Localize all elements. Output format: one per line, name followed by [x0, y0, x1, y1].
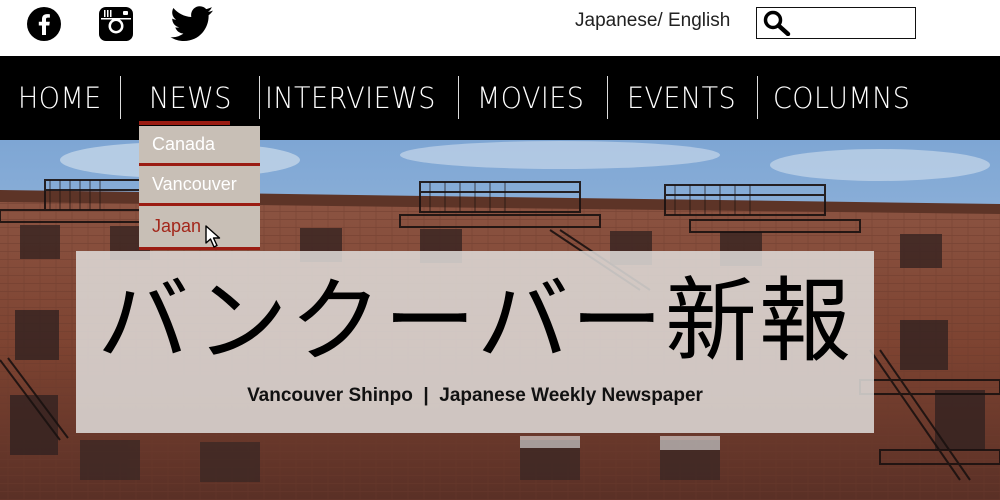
facebook-icon[interactable]	[26, 4, 62, 44]
nav-label: HOME	[18, 81, 102, 115]
nav-active-indicator	[139, 121, 230, 125]
dropdown-item-vancouver[interactable]: Vancouver	[139, 166, 260, 206]
site-subtitle: Vancouver Shinpo | Japanese Weekly Newsp…	[247, 385, 703, 406]
search-icon[interactable]	[763, 10, 791, 40]
nav-item-events[interactable]: EVENTS	[627, 56, 744, 140]
nav-label: EVENTS	[627, 81, 737, 115]
mouse-cursor-icon	[205, 225, 225, 253]
nav-item-movies[interactable]: MOVIES	[477, 56, 592, 140]
dropdown-item-japan[interactable]: Japan	[139, 206, 260, 250]
nav-separator	[259, 76, 260, 119]
nav-label: MOVIES	[477, 81, 585, 115]
nav-item-interviews[interactable]: INTERVIEWS	[265, 56, 449, 140]
instagram-icon[interactable]	[98, 4, 134, 44]
nav-separator	[458, 76, 459, 119]
nav-separator	[607, 76, 608, 119]
nav-separator	[757, 76, 758, 119]
nav-label: INTERVIEWS	[265, 81, 436, 115]
twitter-icon[interactable]	[170, 4, 214, 44]
masthead-panel: バンクーバー新報 Vancouver Shinpo | Japanese Wee…	[76, 251, 874, 433]
nav-label: NEWS	[149, 81, 232, 115]
nav-item-home[interactable]: HOME	[18, 56, 108, 140]
dropdown-item-canada[interactable]: Canada	[139, 126, 260, 166]
nav-label: COLUMNS	[773, 81, 911, 115]
news-dropdown: Canada Vancouver Japan	[139, 126, 260, 250]
top-bar: Japanese/ English	[0, 0, 1000, 56]
nav-separator	[120, 76, 121, 119]
search-input[interactable]	[793, 11, 911, 35]
language-toggle[interactable]: Japanese/ English	[575, 10, 730, 32]
site-title: バンクーバー新報	[97, 268, 853, 375]
search-box[interactable]	[756, 7, 916, 39]
nav-item-columns[interactable]: COLUMNS	[773, 56, 921, 140]
